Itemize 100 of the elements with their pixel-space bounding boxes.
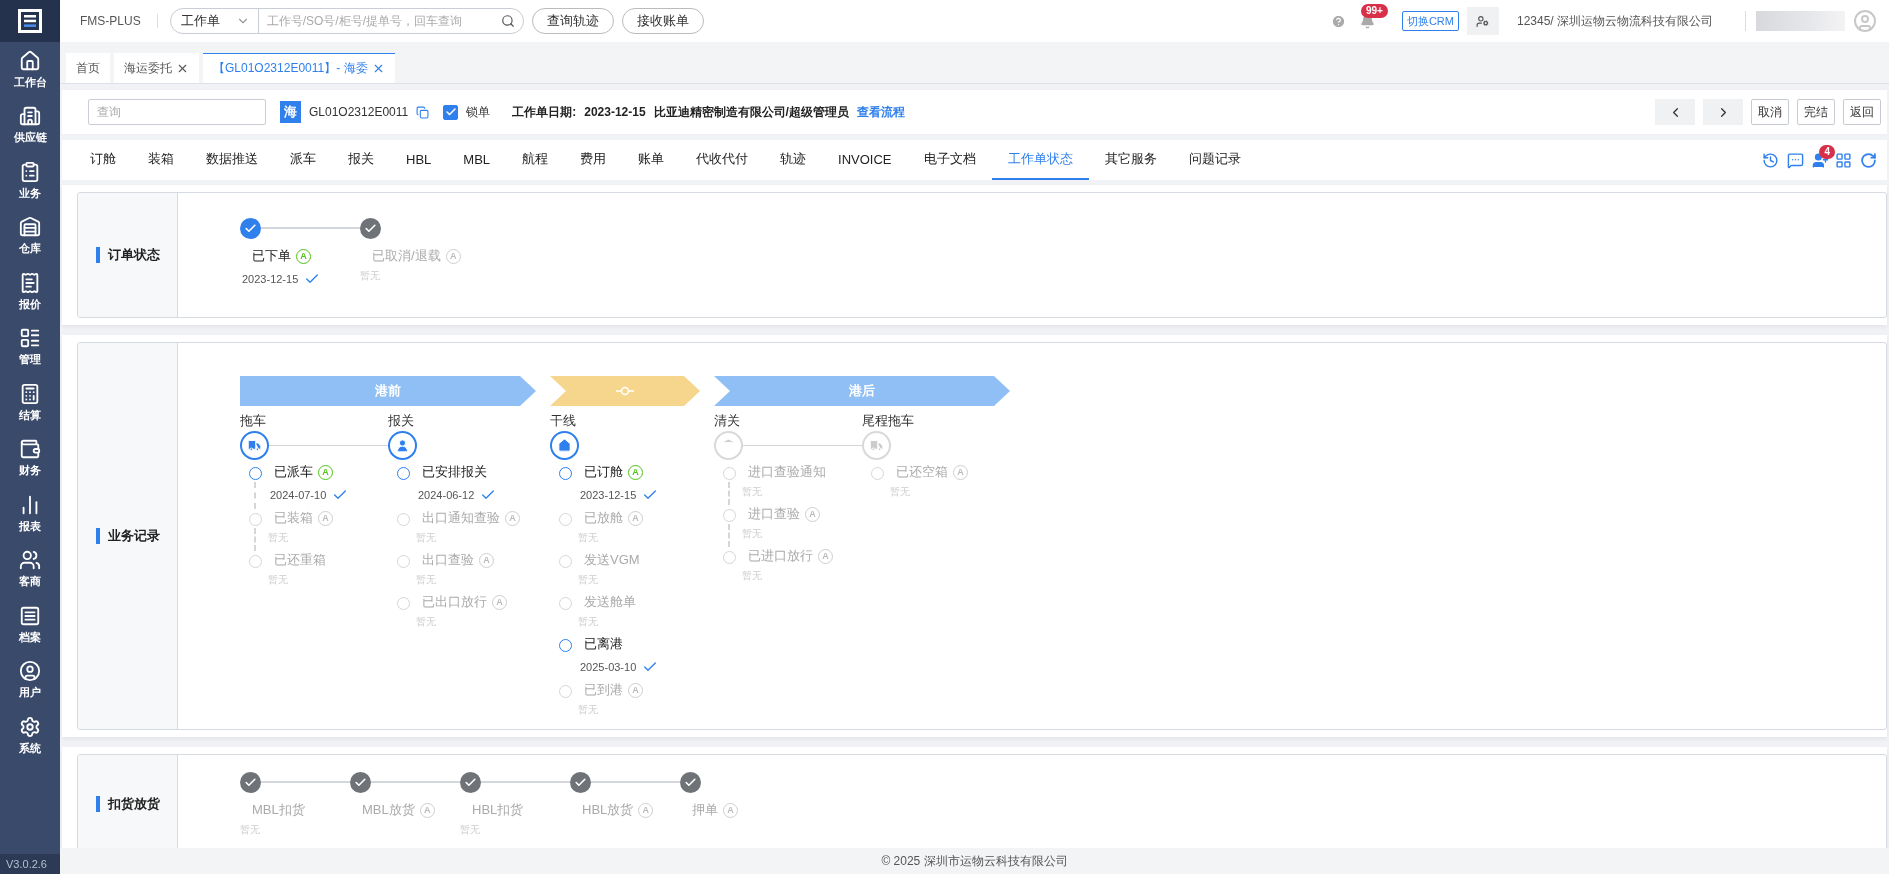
step-label: MBL放货 bbox=[362, 801, 415, 819]
page-tab[interactable]: 海运委托 bbox=[114, 53, 199, 83]
event-label: 已离港 bbox=[584, 635, 623, 653]
section-tab[interactable]: 航程 bbox=[506, 140, 565, 180]
section-tab[interactable]: 问题记录 bbox=[1172, 140, 1257, 180]
building-icon bbox=[19, 105, 41, 128]
event-date: 2025-03-10 bbox=[580, 661, 637, 673]
section-tab[interactable]: 电子文档 bbox=[907, 140, 992, 180]
sidebar-item[interactable]: 用户 bbox=[19, 652, 41, 708]
order-date: 2023-12-15 bbox=[584, 105, 646, 119]
count-badge: 4 bbox=[1819, 145, 1835, 159]
section-tab[interactable]: 费用 bbox=[564, 140, 623, 180]
section-tab[interactable]: MBL bbox=[447, 140, 507, 180]
copy-icon[interactable] bbox=[416, 105, 430, 119]
switch-crm-button[interactable]: 切换CRM bbox=[1401, 11, 1459, 31]
scope-dropdown[interactable]: 工作单 bbox=[170, 9, 259, 33]
sidebar-item[interactable]: 客商 bbox=[19, 541, 41, 597]
action-button[interactable]: 取消 bbox=[1751, 99, 1789, 125]
version-label: V3.0.2.6 bbox=[0, 854, 60, 874]
stage-label: 干线 bbox=[550, 412, 576, 430]
sidebar-item[interactable]: 报价 bbox=[19, 264, 41, 320]
section-tab[interactable]: 工作单状态 bbox=[991, 140, 1089, 180]
section-tab[interactable]: 装箱 bbox=[132, 140, 190, 180]
section-tab[interactable]: INVOICE bbox=[822, 140, 908, 180]
notification-badge: 99+ bbox=[1360, 4, 1388, 18]
event-label: 出口通知查验 bbox=[422, 509, 500, 527]
user-company: 12345/ 深圳运物云物流科技有限公司 bbox=[1516, 12, 1713, 30]
stage-label: 清关 bbox=[714, 412, 740, 430]
view-flow-link[interactable]: 查看流程 bbox=[856, 103, 905, 121]
sidebar-item[interactable]: 财务 bbox=[19, 430, 41, 486]
grid-icon[interactable] bbox=[1835, 151, 1852, 169]
event-date: 2024-07-10 bbox=[270, 489, 327, 501]
action-button[interactable]: 返回 bbox=[1843, 99, 1881, 125]
history-icon[interactable] bbox=[1762, 151, 1780, 169]
header-button[interactable]: 查询轨迹 bbox=[531, 8, 614, 34]
sidebar-item[interactable]: 报表 bbox=[19, 486, 41, 542]
wallet-icon bbox=[19, 438, 41, 461]
step-date: 2023-12-15 bbox=[242, 273, 299, 285]
home-icon bbox=[19, 49, 41, 72]
section-tab[interactable]: 代收代付 bbox=[680, 140, 765, 180]
step-check-icon bbox=[240, 771, 261, 793]
app-name: FMS-PLUS bbox=[80, 14, 158, 28]
section-tab[interactable]: 账单 bbox=[622, 140, 681, 180]
sidebar-item[interactable]: 工作台 bbox=[13, 42, 47, 98]
sidebar-item[interactable]: 仓库 bbox=[19, 208, 41, 264]
sidebar-item[interactable]: 档案 bbox=[19, 597, 41, 653]
stage-label: 报关 bbox=[388, 412, 414, 430]
section-tab[interactable]: 数据推送 bbox=[190, 140, 274, 180]
phase-banner: 港前 bbox=[240, 376, 536, 406]
step-check-icon bbox=[460, 771, 481, 793]
user-circle-icon bbox=[19, 660, 41, 683]
section-tab[interactable]: 其它服务 bbox=[1088, 140, 1173, 180]
stage-label: 尾程拖车 bbox=[862, 412, 914, 430]
query-field[interactable]: 查询 bbox=[88, 99, 266, 125]
lock-checkbox[interactable] bbox=[443, 104, 459, 120]
event-label: 已还空箱 bbox=[896, 463, 948, 481]
sidebar-item[interactable]: 结算 bbox=[19, 375, 41, 431]
company-name: 比亚迪精密制造有限公司/超级管理员 bbox=[653, 103, 849, 121]
date-label: 工作单日期: bbox=[512, 103, 577, 121]
receipt-icon bbox=[19, 271, 41, 294]
step-label: MBL扣货 bbox=[252, 801, 305, 819]
help-icon[interactable] bbox=[1330, 13, 1346, 29]
refresh-icon[interactable] bbox=[1860, 151, 1877, 169]
step-check-icon bbox=[350, 771, 371, 793]
message-icon[interactable] bbox=[1787, 151, 1805, 169]
event-label: 发送舱单 bbox=[584, 593, 636, 611]
sidebar-item[interactable]: 系统 bbox=[19, 708, 41, 764]
user-gear-icon bbox=[1476, 14, 1490, 28]
user-switch-button[interactable] bbox=[1466, 7, 1499, 35]
header-button[interactable]: 接收账单 bbox=[621, 8, 704, 34]
step-label: 已下单 bbox=[252, 247, 291, 265]
section-title: 扣货放货 bbox=[96, 796, 160, 812]
event-label: 已安排报关 bbox=[422, 463, 487, 481]
section-tab[interactable]: HBL bbox=[390, 140, 448, 180]
page-tab[interactable]: 【GL01O2312E0011】- 海委 bbox=[203, 53, 395, 83]
section-tab[interactable]: 报关 bbox=[332, 140, 390, 180]
step-check-icon bbox=[680, 771, 701, 793]
phase-banner: 港后 bbox=[714, 376, 1010, 406]
section-tab[interactable]: 轨迹 bbox=[764, 140, 823, 180]
event-label: 已到港 bbox=[584, 681, 623, 699]
sidebar-item[interactable]: 管理 bbox=[19, 319, 41, 375]
step-label: HBL放货 bbox=[582, 801, 634, 819]
section-tab[interactable]: 订舱 bbox=[74, 140, 132, 180]
stage-label: 拖车 bbox=[240, 412, 266, 430]
waypoint-icon bbox=[615, 386, 635, 396]
sidebar-item[interactable]: 业务 bbox=[19, 153, 41, 209]
event-label: 已进口放行 bbox=[748, 547, 813, 565]
event-label: 进口查验通知 bbox=[748, 463, 826, 481]
event-label: 已装箱 bbox=[274, 509, 313, 527]
action-button[interactable]: 完结 bbox=[1797, 99, 1835, 125]
event-date: 2024-06-12 bbox=[418, 489, 475, 501]
list-icon bbox=[19, 327, 41, 350]
sidebar-item[interactable]: 供应链 bbox=[13, 97, 47, 153]
event-label: 已派车 bbox=[274, 463, 313, 481]
page-tab[interactable]: 首页 bbox=[66, 53, 110, 83]
section-tab[interactable]: 派车 bbox=[274, 140, 332, 180]
event-label: 已订舱 bbox=[584, 463, 623, 481]
search-icon[interactable] bbox=[500, 14, 515, 28]
calculator-icon bbox=[19, 382, 41, 405]
list-square-icon bbox=[19, 604, 41, 627]
